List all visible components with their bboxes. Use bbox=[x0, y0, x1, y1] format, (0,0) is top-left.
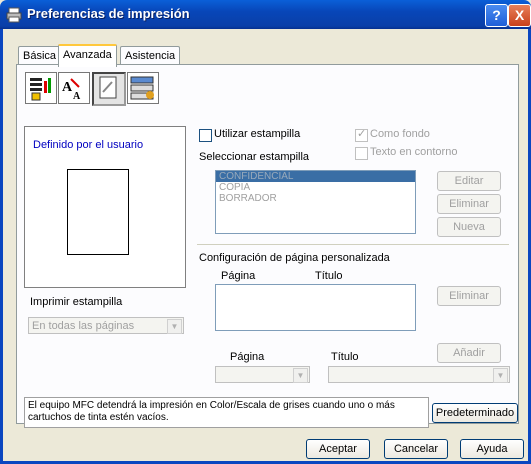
list-item[interactable]: CONFIDENCIAL bbox=[216, 171, 415, 182]
use-stamp-checkbox[interactable] bbox=[199, 129, 212, 142]
default-button[interactable]: Predeterminado bbox=[432, 403, 518, 423]
help-button[interactable]: Ayuda bbox=[460, 439, 524, 459]
print-stamp-label: Imprimir estampilla bbox=[30, 296, 123, 308]
tab-asistencia[interactable]: Asistencia bbox=[120, 46, 181, 65]
divider bbox=[197, 244, 509, 246]
page-label: Página bbox=[230, 351, 265, 363]
scaling-icon[interactable]: AA bbox=[58, 72, 90, 104]
print-stamp-value: En todas las páginas bbox=[32, 320, 135, 332]
custom-page-list[interactable] bbox=[215, 284, 416, 331]
as-background-checkbox[interactable] bbox=[355, 127, 368, 142]
close-button[interactable]: X bbox=[508, 4, 531, 27]
tab-basica[interactable]: Básica bbox=[18, 46, 62, 65]
chevron-down-icon[interactable]: ▼ bbox=[493, 368, 508, 383]
help-title-button[interactable]: ? bbox=[485, 4, 508, 27]
svg-text:A: A bbox=[62, 80, 73, 95]
title-select[interactable]: ▼ bbox=[328, 366, 510, 383]
chevron-down-icon[interactable]: ▼ bbox=[167, 319, 182, 334]
info-text: El equipo MFC detendrá la impresión en C… bbox=[28, 400, 395, 423]
list-item[interactable]: COPIA bbox=[216, 182, 415, 193]
new-button[interactable]: Nueva bbox=[437, 217, 501, 237]
ok-button[interactable]: Aceptar bbox=[306, 439, 370, 459]
outline-text-checkbox[interactable] bbox=[355, 147, 368, 160]
custom-page-title: Configuración de página personalizada bbox=[199, 252, 390, 264]
info-message: El equipo MFC detendrá la impresión en C… bbox=[24, 397, 429, 428]
edit-button[interactable]: Editar bbox=[437, 171, 501, 191]
page-select[interactable]: ▼ bbox=[215, 366, 310, 383]
delete-page-button[interactable]: Eliminar bbox=[437, 286, 501, 306]
title-label: Título bbox=[331, 351, 359, 363]
title-bar: Preferencias de impresión ? X bbox=[0, 0, 531, 29]
use-stamp-label: Utilizar estampilla bbox=[214, 128, 301, 140]
col-title-header: Título bbox=[315, 270, 343, 282]
preview-label: Definido por el usuario bbox=[33, 139, 144, 151]
col-page-header: Página bbox=[221, 270, 256, 282]
print-stamp-select[interactable]: En todas las páginas ▼ bbox=[28, 317, 184, 334]
page-preview bbox=[67, 169, 129, 255]
stamp-icon[interactable] bbox=[92, 72, 126, 106]
svg-text:A: A bbox=[73, 91, 81, 102]
stamp-preview: Definido por el usuario bbox=[24, 126, 186, 288]
select-stamp-label: Seleccionar estampilla bbox=[199, 151, 310, 163]
printer-icon bbox=[6, 7, 22, 23]
as-background-label: Como fondo bbox=[370, 128, 430, 140]
list-item[interactable]: BORRADOR bbox=[216, 193, 415, 204]
outline-text-label: Texto en contorno bbox=[370, 146, 458, 158]
stamp-list[interactable]: CONFIDENCIAL COPIA BORRADOR bbox=[215, 170, 416, 234]
device-options-icon[interactable] bbox=[127, 72, 159, 104]
add-button[interactable]: Añadir bbox=[437, 343, 501, 363]
color-settings-icon[interactable] bbox=[25, 72, 57, 104]
delete-stamp-button[interactable]: Eliminar bbox=[437, 194, 501, 214]
tab-avanzada[interactable]: Avanzada bbox=[58, 44, 117, 67]
cancel-button[interactable]: Cancelar bbox=[384, 439, 448, 459]
chevron-down-icon[interactable]: ▼ bbox=[293, 368, 308, 383]
window-title: Preferencias de impresión bbox=[27, 6, 190, 21]
